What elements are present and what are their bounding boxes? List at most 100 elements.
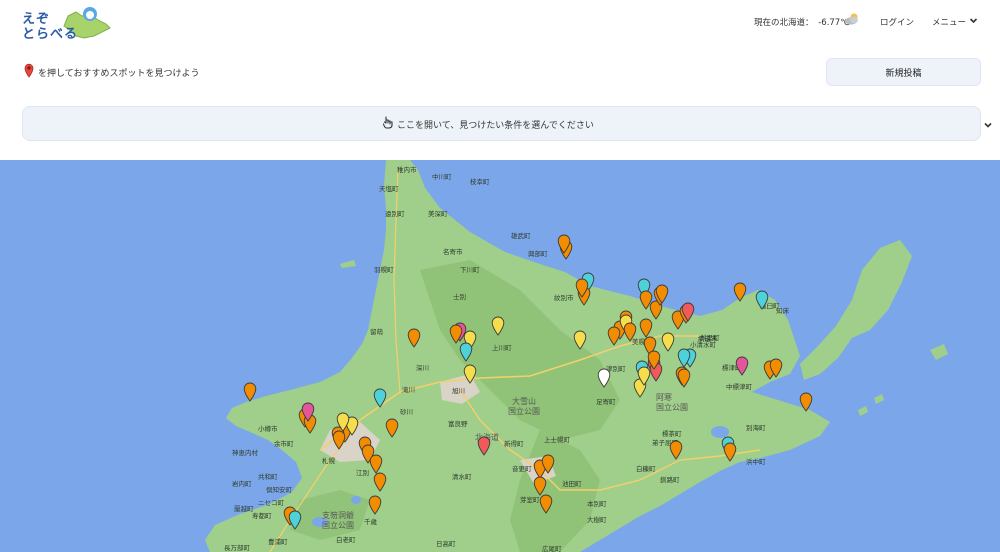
map-pin[interactable] [477,436,491,456]
map-pin[interactable] [463,364,477,384]
map-pin[interactable] [723,442,737,462]
filter-accordion[interactable]: ここを開いて、見つけたい条件を選んでください [22,106,992,141]
map-pin[interactable] [336,412,350,432]
map-label: 大樹町 [587,516,607,524]
map-label: 国立公園 [508,407,540,416]
map-pin[interactable] [539,494,553,514]
map-pin[interactable] [301,402,315,422]
map-terrain [205,160,948,552]
map-label: 中標津町 [726,383,752,391]
map-pin[interactable] [755,290,769,310]
map-label: 神恵内村 [232,449,258,457]
map-pin[interactable] [655,284,669,304]
map-pin[interactable] [557,234,571,254]
map-label: 下川町 [460,266,480,274]
map-pin-icon [24,63,34,78]
map-pin[interactable] [669,440,683,460]
map-label: 網走市 [698,335,718,343]
map-label: 知床 [776,307,789,315]
site-logo[interactable]: えぞ とらべる [20,4,111,42]
map-pin[interactable] [733,282,747,302]
map-label: 広尾町 [542,545,562,552]
map-pin[interactable] [541,454,555,474]
map-label: 新得町 [504,440,524,448]
map-pin[interactable] [573,330,587,350]
chevron-down-icon[interactable] [969,16,978,25]
map-label: 別海町 [746,424,766,432]
pointing-hand-icon [382,116,393,129]
map-label: 遠別町 [385,210,405,218]
map-label: 上川町 [492,344,512,352]
logo-text-line2: とらべる [22,27,79,42]
map-label: 深川 [416,364,429,372]
map-label: 上士幌町 [544,436,570,444]
map-pin[interactable] [735,356,749,376]
map-label: 倶知安町 [266,486,292,494]
map-pin[interactable] [491,316,505,336]
map-pin[interactable] [288,510,302,530]
map-pin[interactable] [407,328,421,348]
map-pin[interactable] [639,318,653,338]
map-pin[interactable] [799,392,813,412]
map-label: 池田町 [562,480,582,488]
map-pin[interactable] [385,418,399,438]
menu-dropdown[interactable]: メニュー [932,16,966,28]
map-pin[interactable] [575,278,589,298]
map-pin[interactable] [243,382,257,402]
site-header: えぞ とらべる 現在の北海道： -6.77℃ ログイン メニュー [0,0,1000,46]
map-label: 札幌 [322,457,335,465]
map-label: 天塩町 [379,185,399,193]
map-pin[interactable] [533,476,547,496]
map-label: 興部町 [528,250,548,258]
map-label: 長万部町 [224,544,250,552]
map-pin[interactable] [459,342,473,362]
map-label: 千歳 [364,518,377,526]
map-pin[interactable] [368,495,382,515]
map-label: 中川町 [432,173,452,181]
map-pin[interactable] [369,454,383,474]
map-pin[interactable] [769,358,783,378]
map-label: 富良野 [448,420,468,428]
map-pin[interactable] [607,326,621,346]
weather-label: 現在の北海道： [754,18,814,28]
map-pin[interactable] [677,348,691,368]
hokkaido-map[interactable]: 稚内市 天塩町 中川町 枝幸町 遠別町 美深町 雄武町 興部町 名寄市 下川町 … [0,160,1000,552]
map-pin[interactable] [332,430,346,450]
map-pin[interactable] [647,350,661,370]
accordion-label: ここを開いて、見つけたい条件を選んでください [397,121,594,131]
map-label: ニセコ町 [258,499,284,507]
map-label: 余市町 [274,440,294,448]
map-label: 名寄市 [443,248,463,256]
map-label: 足寄町 [596,398,616,406]
map-pin[interactable] [681,302,695,322]
map-pin[interactable] [677,368,691,388]
weather-readout: 現在の北海道： -6.77℃ [754,16,850,28]
cloud-icon [845,13,858,25]
map-pin[interactable] [597,368,611,388]
map-label: 羽幌町 [374,266,394,274]
map-label: 江別 [356,469,369,477]
map-label: 岩内町 [232,480,252,488]
map-label: 清水町 [452,473,472,481]
map-label: 寿都町 [252,512,272,520]
chevron-down-icon[interactable] [983,120,993,130]
map-pin[interactable] [373,472,387,492]
map-label: 釧路町 [660,476,680,484]
map-pin[interactable] [623,322,637,342]
map-pin[interactable] [373,388,387,408]
map-label: 雄武町 [511,232,531,240]
map-label: 稚内市 [397,166,417,174]
map-label: 日高町 [436,540,456,548]
map-pin[interactable] [639,290,653,310]
map-label: 白老町 [336,536,356,544]
map-pin[interactable] [661,332,675,352]
map-pin[interactable] [449,324,463,344]
map-label: 旭川 [452,387,465,395]
new-post-button[interactable]: 新規投稿 [826,58,981,86]
map-label: 浜中町 [746,458,766,466]
map-label: 士別 [453,293,466,301]
login-link[interactable]: ログイン [880,16,914,28]
map-label: 豊浦町 [268,538,288,546]
map-label: 蘭越町 [234,505,254,513]
map-label: 音更町 [512,465,532,473]
